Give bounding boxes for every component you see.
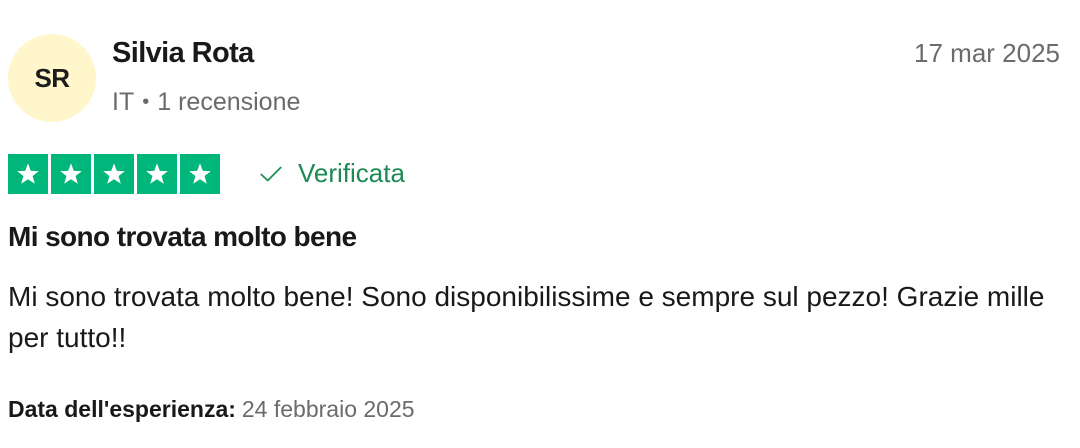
star-rating	[8, 154, 220, 194]
verified-label: Verificata	[298, 158, 405, 188]
verified-badge[interactable]: Verificata	[258, 158, 405, 189]
author-country: IT	[112, 88, 135, 116]
review-card: SR Silvia Rota IT • 1 recensione 17 mar …	[0, 0, 1080, 448]
star-icon	[17, 163, 39, 184]
star-icon	[60, 163, 82, 184]
star-box	[180, 154, 220, 194]
avatar-initials: SR	[34, 62, 70, 93]
experience-date: Data dell'esperienza: 24 febbraio 2025	[8, 396, 415, 423]
star-icon	[103, 163, 125, 184]
review-date: 17 mar 2025	[914, 38, 1060, 68]
star-box	[8, 154, 48, 194]
star-box	[137, 154, 177, 194]
author-review-count: 1 recensione	[157, 88, 301, 116]
avatar[interactable]: SR	[8, 34, 96, 122]
experience-label: Data dell'esperienza:	[8, 396, 236, 422]
star-icon	[189, 163, 211, 184]
checkmark-icon	[260, 166, 282, 181]
author-meta: IT • 1 recensione	[112, 88, 300, 117]
star-icon	[146, 163, 168, 184]
experience-value: 24 febbraio 2025	[241, 396, 415, 422]
review-title: Mi sono trovata molto bene	[8, 221, 357, 252]
meta-separator: •	[142, 91, 150, 113]
star-box	[94, 154, 134, 194]
review-body: Mi sono trovata molto bene! Sono disponi…	[8, 281, 1045, 353]
author-name[interactable]: Silvia Rota	[112, 37, 254, 70]
star-box	[51, 154, 91, 194]
